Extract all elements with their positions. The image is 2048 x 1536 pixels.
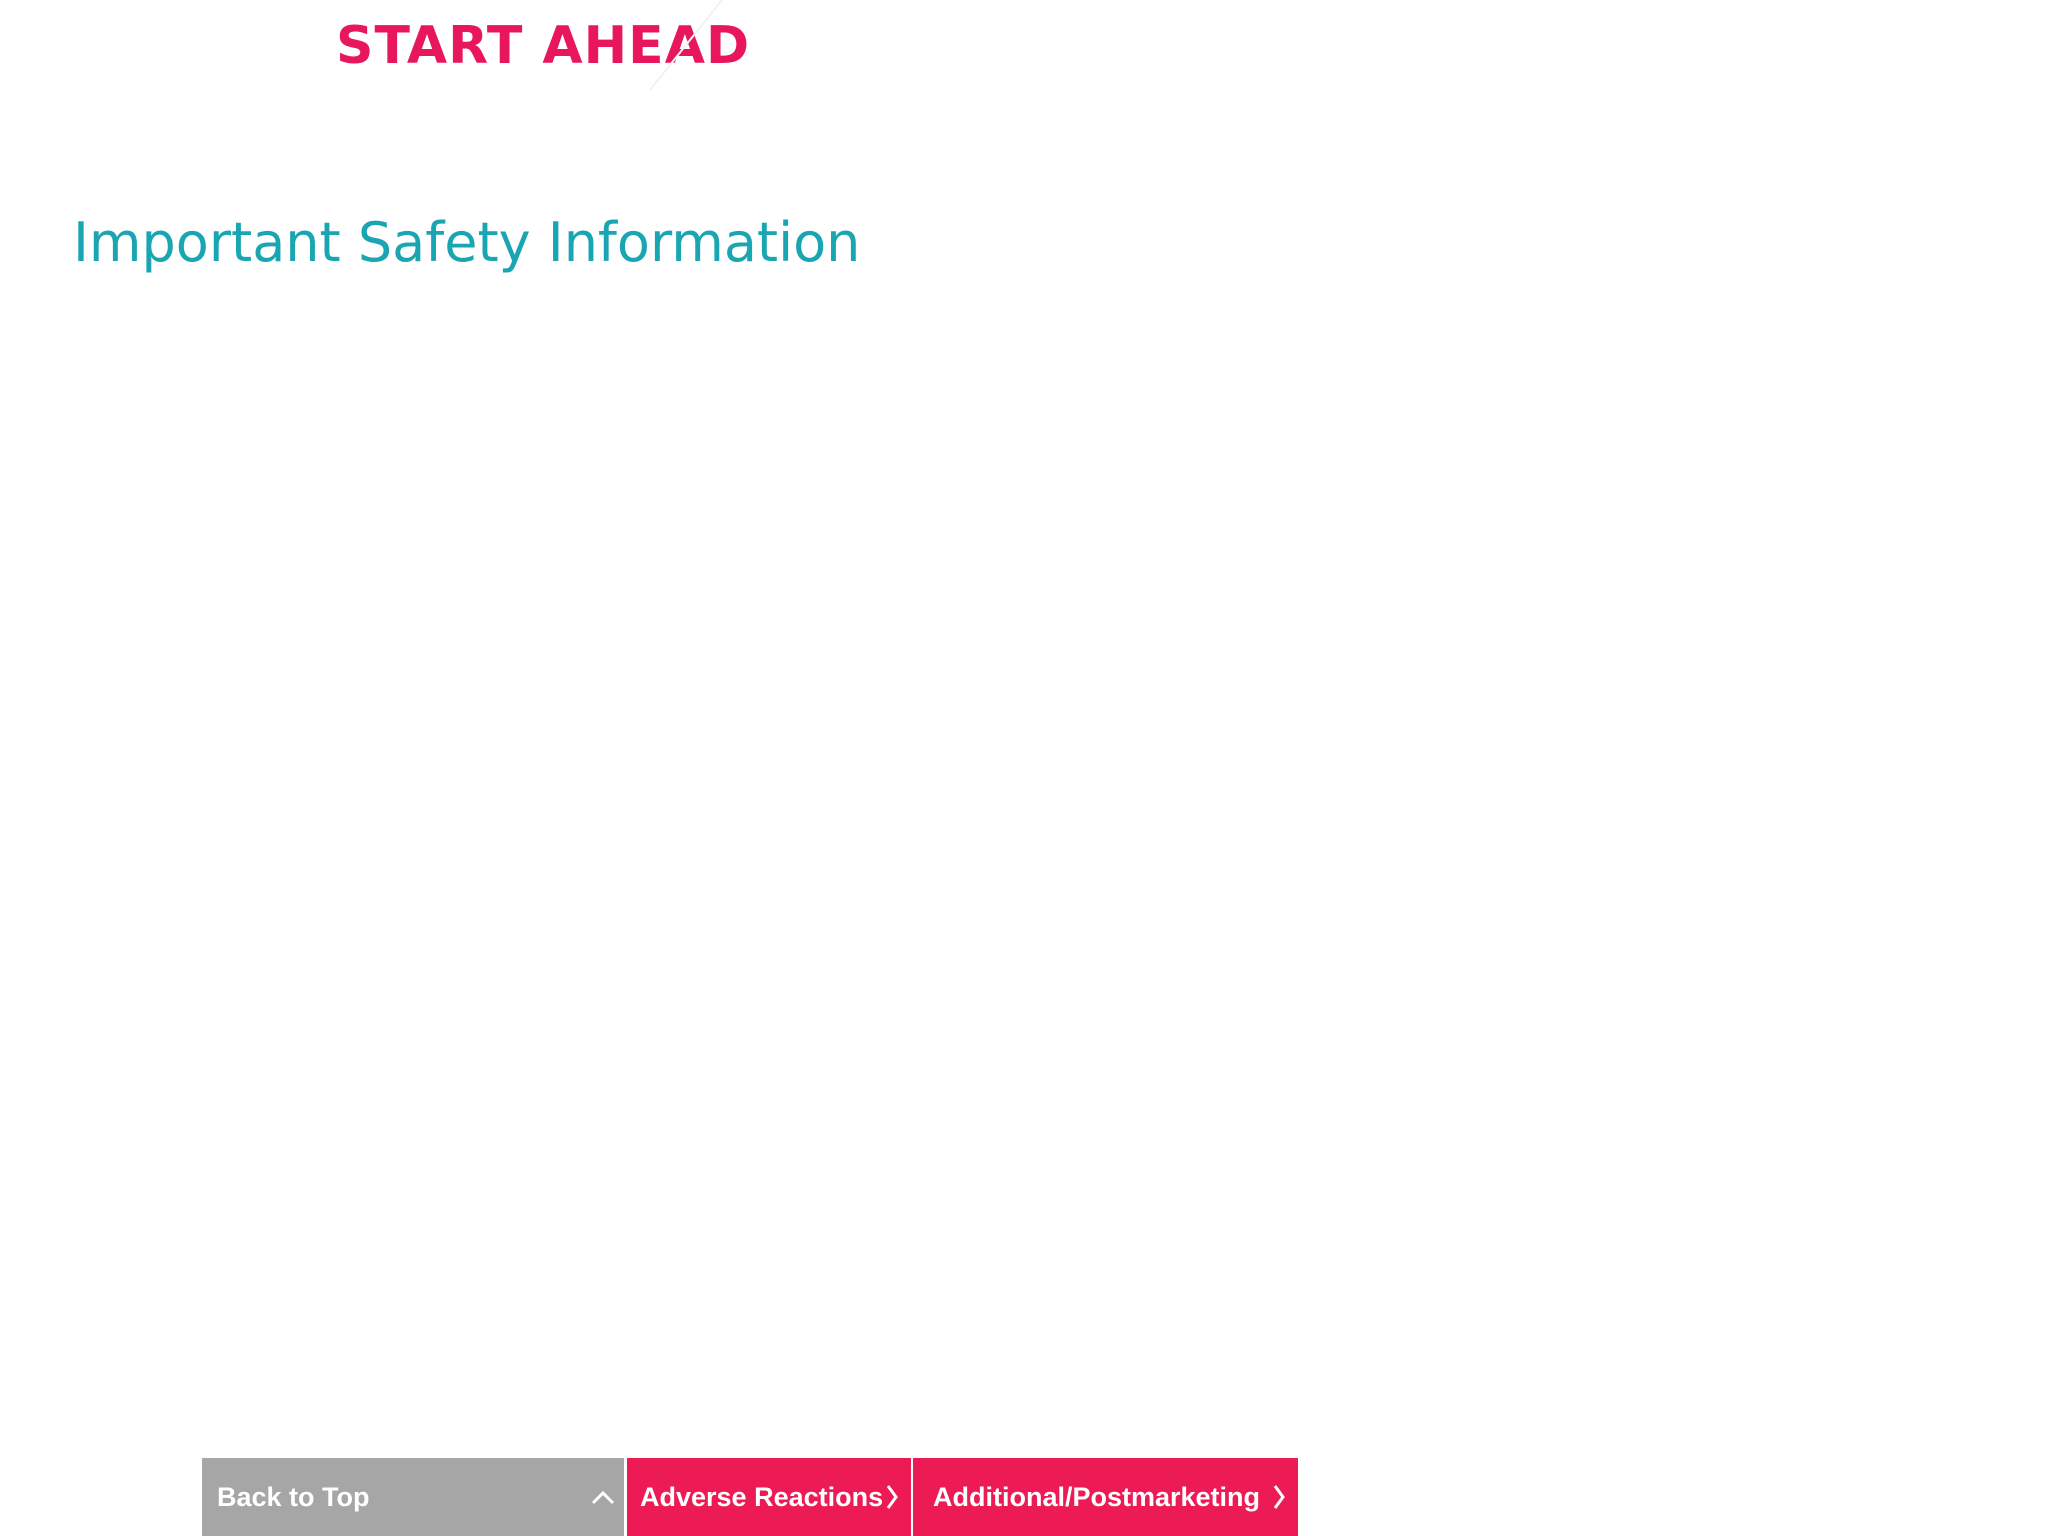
page-title: Important Safety Information (73, 211, 861, 274)
adverse-reactions-label: Adverse Reactions (640, 1481, 884, 1512)
chevron-right-icon (1272, 1483, 1286, 1511)
back-to-top-label: Back to Top (217, 1481, 370, 1512)
back-to-top-button[interactable]: Back to Top (202, 1458, 624, 1536)
chevron-up-icon (590, 1488, 616, 1506)
bottom-nav-bar: Back to Top Adverse Reactions Additional… (202, 1458, 1298, 1536)
chevron-right-icon (885, 1483, 899, 1511)
additional-postmarketing-button[interactable]: Additional/Postmarketing (913, 1458, 1298, 1536)
adverse-reactions-button[interactable]: Adverse Reactions (627, 1458, 911, 1536)
additional-postmarketing-label: Additional/Postmarketing (933, 1481, 1261, 1512)
logo-slash-decoration (649, 0, 723, 90)
